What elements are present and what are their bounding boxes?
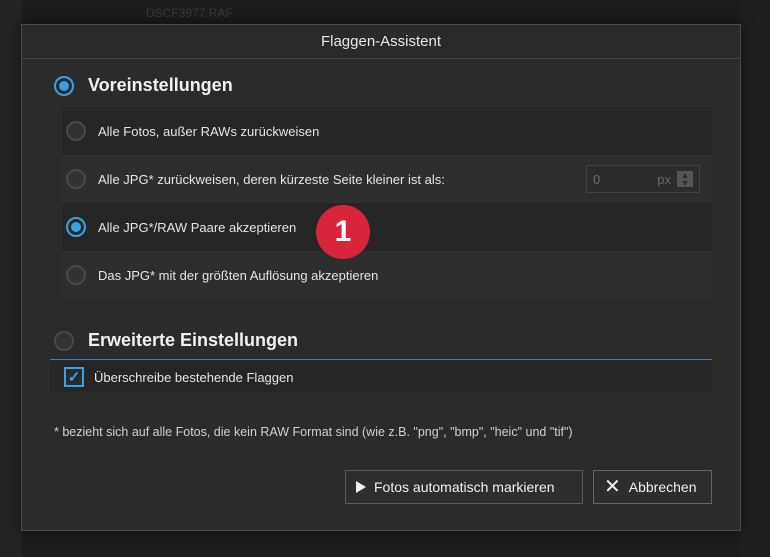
option-accept-largest-jpg[interactable]: Das JPG* mit der größten Auflösung akzep… xyxy=(62,251,712,299)
presets-section-radio[interactable]: Voreinstellungen xyxy=(54,75,233,96)
dialog-titlebar: Flaggen-Assistent xyxy=(22,25,740,59)
play-icon xyxy=(356,481,366,493)
step-badge: 1 xyxy=(316,205,370,259)
background-panel-right xyxy=(740,0,770,557)
min-side-px-input[interactable]: 0 px ▲ ▼ xyxy=(586,165,700,193)
dialog-title: Flaggen-Assistent xyxy=(320,33,442,50)
option-radio-icon[interactable] xyxy=(66,121,86,141)
presets-radio-icon[interactable] xyxy=(54,75,74,96)
auto-mark-button[interactable]: Fotos automatisch markieren xyxy=(345,470,583,504)
option-radio-icon[interactable] xyxy=(66,169,86,189)
option-reject-small-jpg[interactable]: Alle JPG* zurückweisen, deren kürzeste S… xyxy=(62,155,712,203)
background-panel-left xyxy=(0,0,22,557)
cancel-button[interactable]: ✕ Abbrechen xyxy=(593,470,712,504)
option-label: Das JPG* mit der größten Auflösung akzep… xyxy=(98,267,379,283)
advanced-label: Erweiterte Einstellungen xyxy=(88,330,299,350)
option-accept-jpg-raw-pairs[interactable]: Alle JPG*/RAW Paare akzeptieren xyxy=(62,203,712,251)
min-side-value: 0 xyxy=(593,171,601,187)
presets-label: Voreinstellungen xyxy=(88,75,233,95)
option-reject-all-but-raw[interactable]: Alle Fotos, außer RAWs zurückweisen xyxy=(62,107,712,155)
advanced-radio-icon[interactable] xyxy=(54,330,74,351)
auto-mark-label: Fotos automatisch markieren xyxy=(374,479,555,495)
background-filename: DSCF3977.RAF xyxy=(146,6,233,20)
cancel-label: Abbrechen xyxy=(628,479,697,495)
advanced-divider xyxy=(50,359,712,360)
option-label: Alle JPG* zurückweisen, deren kürzeste S… xyxy=(98,171,445,187)
min-side-unit: px xyxy=(657,171,671,187)
footnote: * bezieht sich auf alle Fotos, die kein … xyxy=(54,425,573,439)
close-icon: ✕ xyxy=(604,476,621,498)
preset-options-list: Alle Fotos, außer RAWs zurückweisen Alle… xyxy=(62,107,712,299)
stepper-icon[interactable]: ▲ ▼ xyxy=(677,171,693,188)
option-label: Alle Fotos, außer RAWs zurückweisen xyxy=(98,123,320,139)
option-label: Alle JPG*/RAW Paare akzeptieren xyxy=(98,219,297,235)
overwrite-flags-row[interactable]: ✓ Überschreibe bestehende Flaggen xyxy=(50,361,712,393)
option-radio-icon[interactable] xyxy=(66,265,86,285)
advanced-section-radio[interactable]: Erweiterte Einstellungen xyxy=(54,330,298,351)
check-icon[interactable]: ✓ xyxy=(64,367,84,387)
flag-assistant-dialog: Flaggen-Assistent Voreinstellungen Alle … xyxy=(21,24,741,531)
option-radio-icon[interactable] xyxy=(66,217,86,237)
overwrite-flags-label: Überschreibe bestehende Flaggen xyxy=(94,369,294,385)
